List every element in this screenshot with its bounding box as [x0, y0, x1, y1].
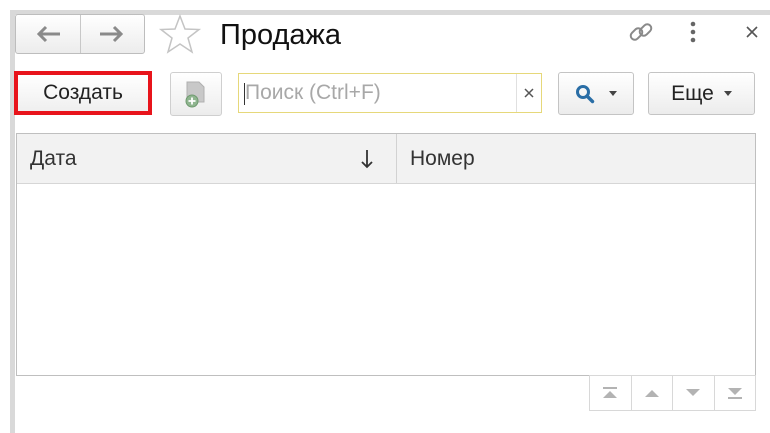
last-page-button[interactable]: [713, 376, 756, 410]
column-label: Номер: [410, 146, 475, 170]
search-box: [238, 73, 542, 113]
search-input[interactable]: [239, 74, 516, 112]
chevron-down-icon: [609, 91, 617, 96]
search-icon: [576, 84, 595, 103]
add-copy-icon: [185, 81, 205, 108]
last-page-icon: [727, 388, 742, 399]
more-vertical-icon: [690, 21, 696, 43]
star-icon[interactable]: [158, 13, 202, 57]
more-menu-button[interactable]: [683, 17, 703, 47]
sort-down-icon: [361, 150, 373, 169]
page-title: Продажа: [220, 19, 342, 51]
column-header-date[interactable]: Дата: [17, 134, 397, 183]
table-header: Дата Номер: [17, 134, 755, 184]
list-table[interactable]: Дата Номер: [16, 133, 756, 376]
next-page-icon: [686, 389, 701, 396]
link-button[interactable]: [626, 17, 656, 47]
close-icon: [746, 26, 758, 38]
more-button-label: Еще: [671, 81, 714, 105]
column-label: Дата: [30, 146, 77, 170]
close-button[interactable]: [742, 17, 762, 47]
pager: [589, 375, 756, 411]
link-icon: [629, 23, 653, 41]
prev-page-button[interactable]: [630, 376, 673, 410]
text-cursor: [244, 83, 245, 105]
arrow-left-icon: [36, 25, 60, 43]
first-page-button[interactable]: [590, 376, 631, 410]
forward-button[interactable]: [79, 15, 145, 53]
more-button[interactable]: Еще: [648, 72, 755, 115]
clear-icon: [524, 88, 534, 98]
back-button[interactable]: [16, 15, 80, 53]
nav-buttons: [15, 14, 145, 54]
search-options-button[interactable]: [558, 72, 634, 115]
search-clear-button[interactable]: [516, 74, 541, 112]
prev-page-icon: [644, 390, 659, 397]
create-button[interactable]: Создать: [14, 71, 152, 115]
add-copy-button[interactable]: [170, 72, 222, 116]
next-page-button[interactable]: [672, 376, 714, 410]
first-page-icon: [603, 387, 618, 398]
arrow-right-icon: [100, 25, 124, 43]
chevron-down-icon: [723, 91, 732, 96]
column-header-number[interactable]: Номер: [397, 134, 755, 183]
